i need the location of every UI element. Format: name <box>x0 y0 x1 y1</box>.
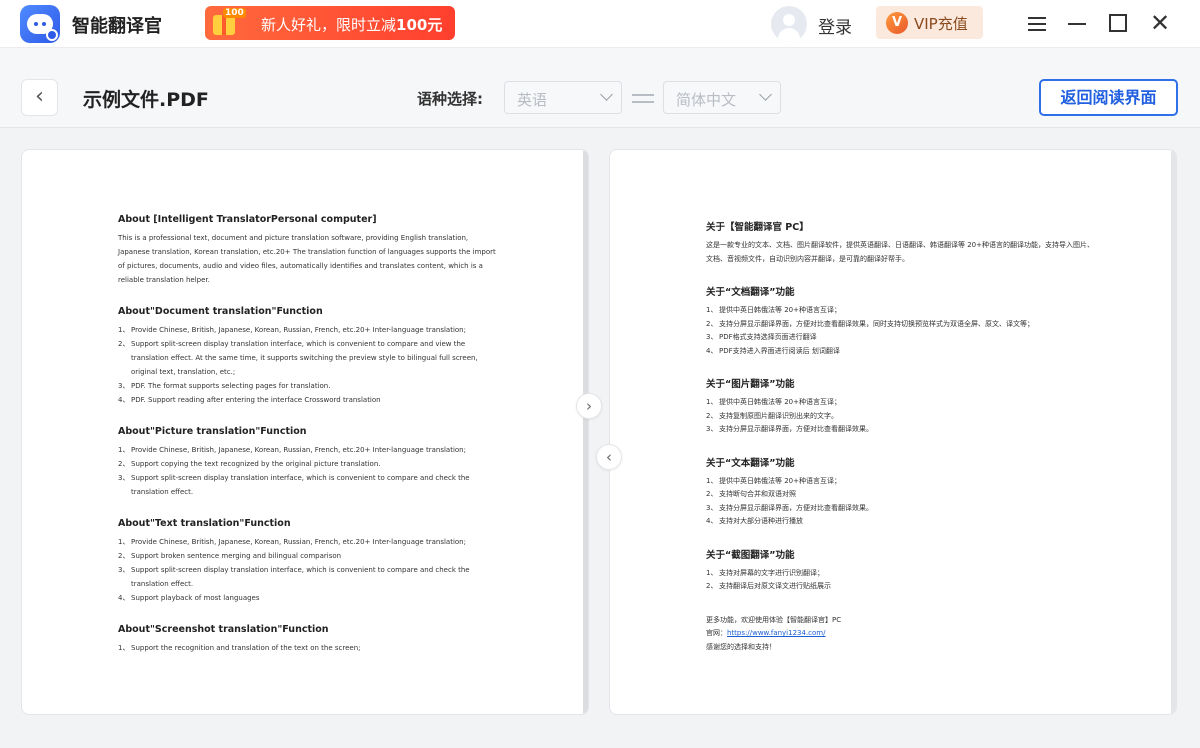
doc-heading: About [Intelligent TranslatorPersonal co… <box>118 214 377 225</box>
translated-document: 关于【智能翻译官 PC】 这是一款专业的文本、文档、图片翻译软件，提供英语翻译、… <box>706 221 1096 654</box>
swap-languages-icon[interactable] <box>630 88 656 108</box>
website-link[interactable]: https://www.fanyi1234.com/ <box>727 629 825 637</box>
doc-heading: About"Text translation"Function <box>118 518 291 529</box>
translated-document-panel[interactable]: 关于【智能翻译官 PC】 这是一款专业的文本、文档、图片翻译软件，提供英语翻译、… <box>609 149 1177 715</box>
original-document-panel[interactable]: About [Intelligent TranslatorPersonal co… <box>21 149 589 715</box>
doc-heading: About"Picture translation"Function <box>118 426 307 437</box>
vip-label: VIP充值 <box>914 15 968 33</box>
doc-list-item: 1、 提供中英日韩俄法等 20+种语言互译； <box>706 398 841 406</box>
doc-section: 关于“截图翻译”功能 1、 支持对屏幕的文字进行识别翻译； 2、 支持翻译后对原文译文进… <box>706 549 1096 594</box>
doc-paragraph: This is a professional text, document an… <box>118 234 496 284</box>
target-language-select[interactable]: 简体中文 <box>663 81 781 114</box>
doc-list-item: 3、 Support split-screen display translati… <box>118 566 470 588</box>
promo-amount: 100元 <box>396 16 443 34</box>
doc-heading: About"Document translation"Function <box>118 306 323 317</box>
doc-list-item: 1、 Provide Chinese, British, Japanese, Ko… <box>118 538 466 546</box>
doc-list-item: 1、 Support the recognition and translatio… <box>118 644 361 652</box>
doc-heading: 关于“图片翻译”功能 <box>706 379 795 390</box>
doc-list-item: 4、 PDF支持进入界面进行阅读后 划词翻译 <box>706 346 840 355</box>
doc-list-item: 1、 支持对屏幕的文字进行识别翻译； <box>706 568 824 577</box>
doc-heading: 关于“截图翻译”功能 <box>706 549 795 561</box>
doc-list-item: 2、 Support copying the text recognized by… <box>118 460 381 468</box>
maximize-icon[interactable] <box>1104 10 1132 38</box>
doc-section: About"Screenshot translation"Function 1、 S… <box>118 623 498 655</box>
close-icon[interactable]: ✕ <box>1146 10 1174 38</box>
doc-heading: 关于【智能翻译官 PC】 <box>706 222 809 233</box>
doc-section: 关于“图片翻译”功能 1、 提供中英日韩俄法等 20+种语言互译； 2、 支持复制原图片… <box>706 378 1096 437</box>
doc-list-item: 2、 支持分屏显示翻译界面，方便对比查看翻译效果，同时支持切换预览样式为双语全屏、… <box>706 319 1034 328</box>
file-name: 示例文件.PDF <box>83 89 209 111</box>
source-language-select[interactable]: 英语 <box>504 81 622 114</box>
language-label: 语种选择: <box>417 90 483 108</box>
doc-list-item: 3、 支持分屏显示翻译界面，方便对比查看翻译效果。 <box>706 425 873 433</box>
chevron-down-icon <box>600 88 613 101</box>
menu-icon[interactable] <box>1023 10 1051 38</box>
doc-paragraph: 这是一款专业的文本、文档、图片翻译软件，提供英语翻译、日语翻译、韩语翻译等 20… <box>706 241 1094 263</box>
chevron-right-icon: › <box>586 397 592 415</box>
scrollbar[interactable] <box>1171 150 1176 714</box>
next-page-button[interactable]: › <box>576 393 602 419</box>
doc-heading: 关于“文档翻译”功能 <box>706 287 795 298</box>
doc-section: About"Document translation"Function 1、 Pro… <box>118 305 498 407</box>
doc-section: About"Picture translation"Function 1、 Prov… <box>118 425 498 499</box>
gift-icon: 100 <box>205 6 251 40</box>
doc-list-item: 1、 Provide Chinese, British, Japanese, Ko… <box>118 446 466 454</box>
vip-recharge-button[interactable]: V VIP充值 <box>876 6 983 39</box>
login-link[interactable]: 登录 <box>818 13 852 38</box>
minimize-icon[interactable] <box>1063 10 1091 38</box>
doc-list-item: 4、 Support playback of most languages <box>118 594 260 602</box>
chevron-left-icon: ‹ <box>606 448 612 466</box>
doc-heading: About"Screenshot translation"Function <box>118 624 329 635</box>
doc-footer-line: 官网：https://www.fanyi1234.com/ <box>706 629 826 637</box>
doc-list-item: 3、 Support split-screen display translati… <box>118 474 470 496</box>
chevron-left-icon: ‹ <box>35 84 44 109</box>
doc-list-item: 2、 支持复制原图片翻译识别出来的文字。 <box>706 411 838 420</box>
doc-list-item: 2、 Support split-screen display translati… <box>118 340 478 376</box>
promo-banner[interactable]: 100 新人好礼，限时立减100元 <box>205 6 455 40</box>
doc-footer-line: 感谢您的选择和支持！ <box>706 642 776 651</box>
return-to-reading-button[interactable]: 返回阅读界面 <box>1039 79 1178 116</box>
app-logo-icon <box>20 5 60 43</box>
doc-list-item: 2、 支持翻译后对原文译文进行贴纸展示 <box>706 582 831 590</box>
doc-list-item: 4、 PDF. Support reading after entering th… <box>118 396 381 404</box>
user-avatar-icon[interactable] <box>771 6 807 42</box>
doc-section: About"Text translation"Function 1、 Provide… <box>118 517 498 605</box>
app-title: 智能翻译官 <box>72 16 162 37</box>
doc-heading: 关于“文本翻译”功能 <box>706 457 795 469</box>
vip-icon: V <box>886 12 908 34</box>
doc-section: 关于“文本翻译”功能 1、 提供中英日韩俄法等 20+种语言互译； 2、 支持断句合并和… <box>706 457 1096 529</box>
doc-list-item: 3、 PDF格式支持选择页面进行翻译 <box>706 333 817 341</box>
doc-list-item: 2、 Support broken sentence merging and bi… <box>118 552 342 560</box>
doc-list-item: 1、 Provide Chinese, British, Japanese, Ko… <box>118 326 466 334</box>
title-bar: 智能翻译官 100 新人好礼，限时立减100元 登录 V VIP充值 ✕ <box>0 0 1200 48</box>
doc-list-item: 3、 支持分屏显示翻译界面，方便对比查看翻译效果。 <box>706 503 873 512</box>
doc-footer-line: 更多功能，欢迎使用体验【智能翻译官】PC <box>706 615 842 624</box>
doc-list-item: 2、 支持断句合并和双语对照 <box>706 490 796 498</box>
doc-list-item: 4、 支持对大部分语种进行播放 <box>706 517 803 525</box>
back-button[interactable]: ‹ <box>21 79 58 116</box>
original-document: About [Intelligent TranslatorPersonal co… <box>118 213 498 673</box>
doc-list-item: 1、 提供中英日韩俄法等 20+种语言互译； <box>706 306 841 314</box>
chevron-down-icon <box>759 88 772 101</box>
promo-text: 新人好礼，限时立减100元 <box>261 16 443 34</box>
previous-page-button[interactable]: ‹ <box>596 444 622 470</box>
doc-list-item: 1、 提供中英日韩俄法等 20+种语言互译； <box>706 476 841 485</box>
doc-section: 关于“文档翻译”功能 1、 提供中英日韩俄法等 20+种语言互译； 2、 支持分屏显示翻… <box>706 286 1096 358</box>
doc-list-item: 3、 PDF. The format supports selecting pag… <box>118 382 331 390</box>
document-toolbar: ‹ 示例文件.PDF 语种选择: 英语 简体中文 返回阅读界面 <box>0 48 1200 128</box>
scrollbar[interactable] <box>583 150 588 714</box>
